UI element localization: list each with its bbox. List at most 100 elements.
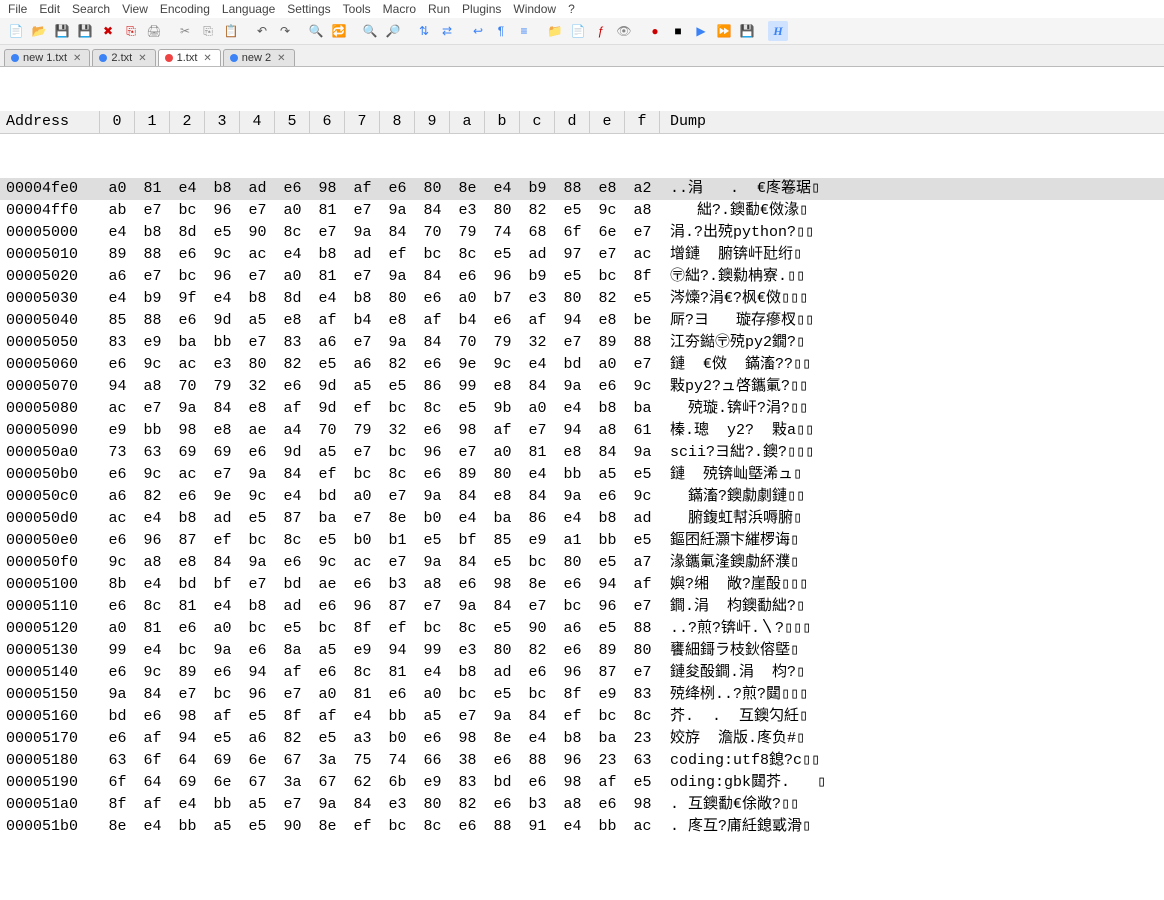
byte-cell[interactable]: e6 [100, 596, 135, 618]
byte-cell[interactable]: ba [590, 728, 625, 750]
zoom-out-icon[interactable]: 🔎 [383, 21, 403, 41]
byte-cell[interactable]: a6 [240, 728, 275, 750]
byte-cell[interactable]: 84 [415, 266, 450, 288]
byte-cell[interactable]: a0 [590, 354, 625, 376]
byte-cell[interactable]: 82 [450, 794, 485, 816]
play-icon[interactable]: ▶ [691, 21, 711, 41]
byte-cell[interactable]: 8d [170, 222, 205, 244]
byte-cell[interactable]: af [310, 706, 345, 728]
byte-cell[interactable]: 9d [310, 398, 345, 420]
byte-cell[interactable]: 32 [380, 420, 415, 442]
byte-cell[interactable]: bd [485, 772, 520, 794]
byte-cell[interactable]: 82 [275, 354, 310, 376]
byte-cell[interactable]: a1 [555, 530, 590, 552]
byte-cell[interactable]: 82 [520, 200, 555, 222]
byte-cell[interactable]: e7 [625, 222, 660, 244]
byte-cell[interactable]: 9a [380, 200, 415, 222]
hex-row[interactable]: 00005090e9bb98e8aea4707932e698afe794a861… [0, 420, 1164, 442]
byte-cell[interactable]: b3 [380, 574, 415, 596]
byte-cell[interactable]: e5 [625, 464, 660, 486]
menu-file[interactable]: File [8, 2, 27, 16]
byte-cell[interactable]: b1 [380, 530, 415, 552]
byte-cell[interactable]: a0 [100, 178, 135, 200]
byte-cell[interactable]: 81 [310, 200, 345, 222]
byte-cell[interactable]: e4 [135, 816, 170, 838]
byte-cell[interactable]: e4 [520, 354, 555, 376]
byte-cell[interactable]: af [590, 772, 625, 794]
byte-cell[interactable]: a6 [100, 266, 135, 288]
byte-cell[interactable]: 84 [520, 376, 555, 398]
byte-cell[interactable]: e9 [100, 420, 135, 442]
zoom-in-icon[interactable]: 🔍 [360, 21, 380, 41]
byte-cell[interactable]: 85 [485, 530, 520, 552]
byte-cell[interactable]: 81 [170, 596, 205, 618]
byte-cell[interactable]: 94 [170, 728, 205, 750]
byte-cell[interactable]: 8c [625, 706, 660, 728]
byte-cell[interactable]: bc [520, 684, 555, 706]
hex-row[interactable]: 000051509a84e7bc96e7a081e6a0bce5bc8fe983… [0, 684, 1164, 706]
byte-cell[interactable]: bc [590, 266, 625, 288]
byte-cell[interactable]: 67 [240, 772, 275, 794]
byte-cell[interactable]: e4 [135, 508, 170, 530]
byte-cell[interactable]: e4 [135, 640, 170, 662]
hex-row[interactable]: 00004fe0a081e4b8ade698afe6808ee4b988e8a2… [0, 178, 1164, 200]
byte-cell[interactable]: 88 [555, 178, 590, 200]
byte-cell[interactable]: a0 [310, 684, 345, 706]
byte-cell[interactable]: af [485, 420, 520, 442]
byte-cell[interactable]: 9c [135, 354, 170, 376]
byte-cell[interactable]: b8 [205, 178, 240, 200]
byte-cell[interactable]: bc [380, 816, 415, 838]
byte-cell[interactable]: e5 [625, 530, 660, 552]
byte-cell[interactable]: 9d [310, 376, 345, 398]
byte-cell[interactable]: e6 [240, 640, 275, 662]
byte-cell[interactable]: b8 [310, 244, 345, 266]
byte-cell[interactable]: bb [205, 332, 240, 354]
byte-cell[interactable]: 8f [555, 684, 590, 706]
byte-cell[interactable]: 94 [100, 376, 135, 398]
show-all-icon[interactable]: ¶ [491, 21, 511, 41]
byte-cell[interactable]: ad [485, 662, 520, 684]
folder-icon[interactable]: 📁 [545, 21, 565, 41]
byte-cell[interactable]: 82 [275, 728, 310, 750]
byte-cell[interactable]: 84 [520, 706, 555, 728]
byte-cell[interactable]: e5 [590, 552, 625, 574]
byte-cell[interactable]: 38 [450, 750, 485, 772]
byte-cell[interactable]: 9a [450, 596, 485, 618]
byte-cell[interactable]: e6 [205, 662, 240, 684]
byte-cell[interactable]: 81 [520, 442, 555, 464]
byte-cell[interactable]: a5 [310, 640, 345, 662]
byte-cell[interactable]: 99 [100, 640, 135, 662]
byte-cell[interactable]: 32 [240, 376, 275, 398]
byte-cell[interactable]: e4 [205, 596, 240, 618]
byte-cell[interactable]: af [275, 398, 310, 420]
byte-cell[interactable]: e4 [275, 486, 310, 508]
byte-cell[interactable]: bd [310, 486, 345, 508]
byte-cell[interactable]: 91 [520, 816, 555, 838]
byte-cell[interactable]: bc [520, 552, 555, 574]
byte-cell[interactable]: a0 [520, 398, 555, 420]
byte-cell[interactable]: 86 [415, 376, 450, 398]
byte-cell[interactable]: b8 [240, 288, 275, 310]
byte-cell[interactable]: e6 [415, 728, 450, 750]
byte-cell[interactable]: e6 [590, 376, 625, 398]
byte-cell[interactable]: bc [415, 244, 450, 266]
copy-icon[interactable]: ⎘ [198, 21, 218, 41]
byte-cell[interactable]: 8d [275, 288, 310, 310]
byte-cell[interactable]: 90 [275, 816, 310, 838]
byte-cell[interactable]: e5 [415, 530, 450, 552]
byte-cell[interactable]: e5 [310, 728, 345, 750]
byte-cell[interactable]: 8c [380, 464, 415, 486]
byte-cell[interactable]: 9c [625, 376, 660, 398]
byte-cell[interactable]: e7 [625, 662, 660, 684]
byte-cell[interactable]: 81 [135, 178, 170, 200]
byte-cell[interactable]: ad [240, 178, 275, 200]
tab-2.txt[interactable]: 2.txt✕ [92, 49, 155, 66]
byte-cell[interactable]: 96 [205, 200, 240, 222]
byte-cell[interactable]: b8 [170, 508, 205, 530]
byte-cell[interactable]: e7 [345, 332, 380, 354]
byte-cell[interactable]: 9a [555, 376, 590, 398]
byte-cell[interactable]: e7 [415, 596, 450, 618]
byte-cell[interactable]: e5 [485, 244, 520, 266]
byte-cell[interactable]: 81 [310, 266, 345, 288]
menu-help[interactable]: ? [568, 2, 575, 16]
